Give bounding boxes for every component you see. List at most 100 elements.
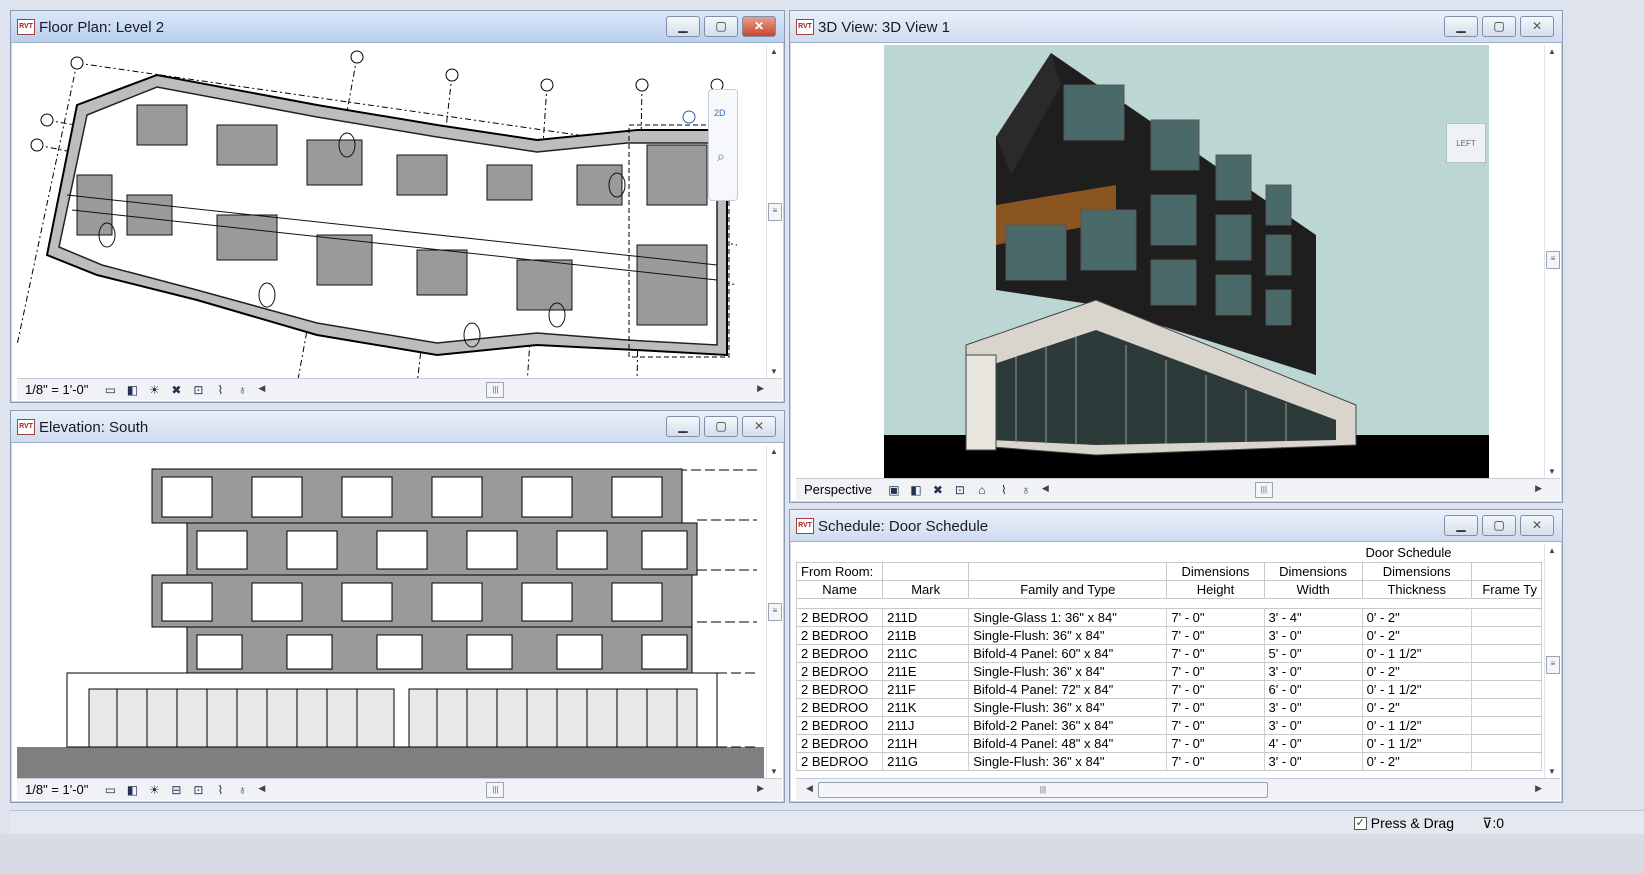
shadows-icon[interactable]: ✖ (930, 483, 946, 497)
3d-view-window[interactable]: RVT 3D View: 3D View 1 ▁ ▢ ✕ LEFT ▲ ≡ ▼ … (789, 10, 1563, 503)
table-cell[interactable]: 7' - 0" (1166, 643, 1265, 663)
shadows-icon[interactable]: ⊟ (168, 783, 184, 797)
table-cell[interactable]: 3' - 0" (1264, 751, 1363, 771)
crop-view-icon[interactable]: ⊡ (952, 483, 968, 497)
table-cell[interactable]: 4' - 0" (1264, 733, 1363, 753)
table-cell[interactable]: 0' - 2" (1362, 625, 1472, 645)
floor-plan-titlebar[interactable]: RVT Floor Plan: Level 2 ▁ ▢ ✕ (11, 11, 784, 43)
table-cell[interactable]: 211B (882, 625, 970, 645)
schedule-header-cell[interactable]: Frame Ty (1470, 579, 1542, 599)
temporary-hide-icon[interactable]: ⌇ (996, 483, 1012, 497)
table-cell[interactable]: Single-Glass 1: 36" x 84" (968, 607, 1168, 627)
table-row[interactable]: 2 BEDROO 211E Single-Flush: 36" x 84" 7' - … (796, 661, 1542, 681)
table-cell[interactable]: Single-Flush: 36" x 84" (968, 751, 1168, 771)
temporary-hide-icon[interactable]: ⌇ (212, 783, 228, 797)
table-cell[interactable]: 7' - 0" (1166, 733, 1265, 753)
table-cell[interactable]: Single-Flush: 36" x 84" (968, 697, 1168, 717)
table-cell[interactable]: 7' - 0" (1166, 679, 1265, 699)
table-cell[interactable]: 211H (882, 733, 970, 753)
viewcube[interactable]: LEFT (1446, 123, 1486, 163)
sun-path-icon[interactable]: ☀ (146, 383, 162, 397)
table-cell[interactable]: 211D (882, 607, 970, 627)
table-cell[interactable]: 2 BEDROO (796, 625, 884, 645)
schedule-vscroll[interactable]: ▲ ≡ ▼ (1544, 544, 1560, 778)
close-button[interactable]: ✕ (1520, 515, 1554, 536)
sun-path-icon[interactable]: ☀ (146, 783, 162, 797)
table-row[interactable]: 2 BEDROO 211K Single-Flush: 36" x 84" 7' - … (796, 697, 1542, 717)
shadows-icon[interactable]: ✖ (168, 383, 184, 397)
table-cell[interactable]: Bifold-2 Panel: 36" x 84" (968, 715, 1168, 735)
table-cell[interactable] (1471, 607, 1542, 627)
minimize-button[interactable]: ▁ (1444, 16, 1478, 37)
table-cell[interactable]: 2 BEDROO (796, 733, 884, 753)
table-cell[interactable]: 7' - 0" (1166, 715, 1265, 735)
view-mode[interactable]: Perspective (804, 482, 872, 497)
table-cell[interactable]: 7' - 0" (1166, 661, 1265, 681)
crop-view-icon[interactable]: ⊡ (190, 783, 206, 797)
visual-style-icon[interactable]: ◧ (124, 383, 140, 397)
filter-indicator[interactable]: ⊽:0 (1482, 815, 1504, 832)
detail-level-icon[interactable]: ▭ (102, 383, 118, 397)
visual-style-icon[interactable]: ◧ (908, 483, 924, 497)
table-cell[interactable] (1471, 661, 1542, 681)
visual-style-icon[interactable]: ◧ (124, 783, 140, 797)
3d-view-canvas[interactable]: LEFT (796, 45, 1542, 478)
table-cell[interactable]: 7' - 0" (1166, 697, 1265, 717)
table-cell[interactable]: 7' - 0" (1166, 625, 1265, 645)
floor-plan-hscroll[interactable]: ◀ ||| ▶ (256, 381, 766, 398)
table-cell[interactable]: 0' - 2" (1362, 751, 1472, 771)
table-cell[interactable]: 7' - 0" (1166, 607, 1265, 627)
schedule-header-cell[interactable]: Thickness (1361, 579, 1472, 599)
table-cell[interactable]: Single-Flush: 36" x 84" (968, 625, 1168, 645)
table-cell[interactable] (1471, 751, 1542, 771)
table-cell[interactable]: 0' - 1 1/2" (1362, 643, 1472, 663)
reveal-hidden-icon[interactable]: ♁ (234, 783, 250, 797)
table-cell[interactable] (1471, 715, 1542, 735)
maximize-button[interactable]: ▢ (1482, 16, 1516, 37)
zoom-icon[interactable]: ⌕ (717, 148, 725, 165)
minimize-button[interactable]: ▁ (1444, 515, 1478, 536)
table-cell[interactable]: 2 BEDROO (796, 607, 884, 627)
table-cell[interactable]: 3' - 0" (1264, 715, 1363, 735)
table-cell[interactable] (1471, 679, 1542, 699)
table-cell[interactable]: 7' - 0" (1166, 751, 1265, 771)
navigation-bar[interactable]: 2D ⌕ (708, 89, 738, 201)
schedule-titlebar[interactable]: RVT Schedule: Door Schedule ▁ ▢ ✕ (790, 510, 1562, 542)
elevation-window[interactable]: RVT Elevation: South ▁ ▢ ✕ ▲ ≡ ▼ 1/8" = … (10, 410, 785, 803)
table-cell[interactable]: 0' - 2" (1362, 661, 1472, 681)
elevation-hscroll[interactable]: ◀ ||| ▶ (256, 781, 766, 798)
table-cell[interactable]: 211E (882, 661, 970, 681)
table-cell[interactable] (1471, 625, 1542, 645)
table-cell[interactable]: Bifold-4 Panel: 72" x 84" (968, 679, 1168, 699)
table-cell[interactable]: 211G (882, 751, 970, 771)
table-cell[interactable] (1471, 697, 1542, 717)
table-cell[interactable]: Single-Flush: 36" x 84" (968, 661, 1168, 681)
lock-view-icon[interactable]: ⌂ (974, 483, 990, 497)
press-drag-toggle[interactable]: ✓ Press & Drag (1353, 815, 1454, 831)
3d-view-vscroll[interactable]: ▲ ≡ ▼ (1544, 45, 1560, 478)
table-cell[interactable]: 3' - 4" (1264, 607, 1363, 627)
table-cell[interactable]: 3' - 0" (1264, 661, 1363, 681)
minimize-button[interactable]: ▁ (666, 16, 700, 37)
table-cell[interactable]: 211K (882, 697, 970, 717)
schedule-header-cell[interactable]: Name (796, 579, 884, 599)
reveal-hidden-icon[interactable]: ♁ (234, 383, 250, 397)
crop-view-icon[interactable]: ⊡ (190, 383, 206, 397)
schedule-header-cell[interactable]: Mark (882, 579, 970, 599)
3d-view-hscroll[interactable]: ◀ ||| ▶ (1040, 481, 1544, 498)
table-cell[interactable]: 2 BEDROO (796, 715, 884, 735)
detail-level-icon[interactable]: ▣ (886, 483, 902, 497)
detail-level-icon[interactable]: ▭ (102, 783, 118, 797)
schedule-header-cell[interactable]: Height (1166, 579, 1265, 599)
table-cell[interactable]: 211C (882, 643, 970, 663)
table-cell[interactable] (1471, 733, 1542, 753)
table-cell[interactable]: 2 BEDROO (796, 697, 884, 717)
table-cell[interactable]: Bifold-4 Panel: 48" x 84" (968, 733, 1168, 753)
table-cell[interactable]: Bifold-4 Panel: 60" x 84" (968, 643, 1168, 663)
floor-plan-window[interactable]: RVT Floor Plan: Level 2 ▁ ▢ ✕ 2D ⌕ ▲ ≡ ▼… (10, 10, 785, 403)
table-cell[interactable]: 6' - 0" (1264, 679, 1363, 699)
table-cell[interactable]: 0' - 1 1/2" (1362, 715, 1472, 735)
view-scale[interactable]: 1/8" = 1'-0" (25, 382, 88, 397)
floor-plan-canvas[interactable]: 2D ⌕ (17, 45, 764, 378)
table-cell[interactable]: 0' - 1 1/2" (1362, 733, 1472, 753)
